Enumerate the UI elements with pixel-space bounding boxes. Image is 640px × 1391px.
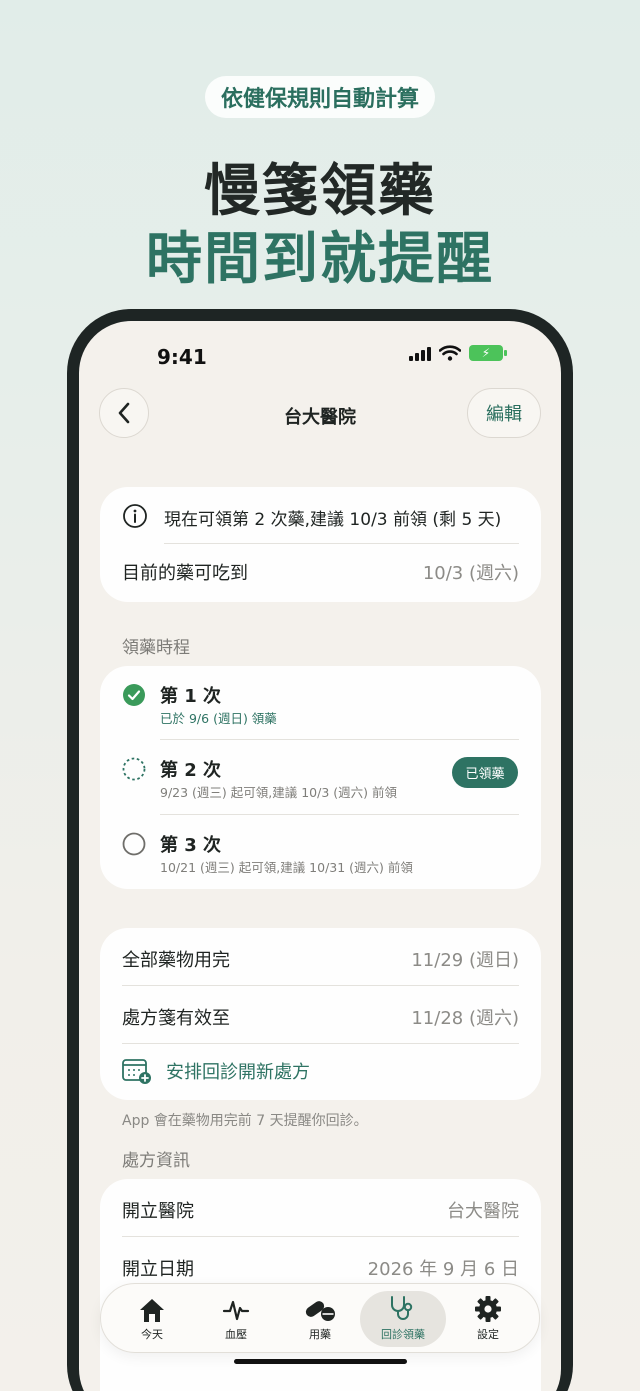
row-value: 11/29 (週日) xyxy=(411,950,519,971)
check-circle-icon xyxy=(123,684,145,706)
prescription-valid-row: 處方箋有效至 11/28 (週六) xyxy=(122,1004,519,1030)
schedule-card: 第 1 次 已於 9/6 (週日) 領藥 第 2 次 9/23 (週三) 起可領… xyxy=(100,666,541,889)
section-title-prescription: 處方資訊 xyxy=(122,1151,190,1171)
home-indicator[interactable] xyxy=(234,1359,407,1364)
row-label: 全部藥物用完 xyxy=(122,950,230,971)
divider xyxy=(122,985,519,986)
signal-icon xyxy=(409,345,431,361)
schedule-revisit-label: 安排回診開新處方 xyxy=(166,1062,310,1083)
refill-card: 全部藥物用完 11/29 (週日) 處方箋有效至 11/28 (週六) 安排回診… xyxy=(100,928,541,1100)
divider xyxy=(160,739,519,740)
step-3-title: 第 3 次 xyxy=(160,835,222,856)
battery-charging-icon: ⚡ xyxy=(469,345,507,361)
mark-picked-up-button[interactable]: 已領藥 xyxy=(452,757,518,788)
row-value: 11/28 (週六) xyxy=(411,1008,519,1029)
row-label: 開立醫院 xyxy=(122,1201,194,1222)
medication-supply-row: 目前的藥可吃到 10/3 (週六) xyxy=(122,559,519,585)
issue-date-row: 開立日期 2026 年 9 月 6 日 xyxy=(122,1255,519,1281)
empty-circle-icon xyxy=(122,832,146,856)
row-value: 10/3 (週六) xyxy=(422,563,519,584)
hospital-row: 開立醫院 台大醫院 xyxy=(122,1197,519,1223)
tab-settings[interactable]: 設定 xyxy=(445,1291,531,1347)
app-screen: 9:41 ⚡ 台大醫院 編輯 現在可領第 2 次藥,建議 10/3 前領 (剩 … xyxy=(79,321,561,1391)
medication-finish-row: 全部藥物用完 11/29 (週日) xyxy=(122,946,519,972)
divider xyxy=(164,543,519,544)
tab-blood-pressure[interactable]: 血壓 xyxy=(193,1291,279,1347)
stethoscope-icon xyxy=(391,1296,413,1320)
schedule-revisit-link[interactable]: 安排回診開新處方 xyxy=(122,1057,310,1085)
tab-revisit-refill[interactable]: 回診領藥 xyxy=(360,1291,446,1347)
step-1-title: 第 1 次 xyxy=(160,686,222,707)
tab-today[interactable]: 今天 xyxy=(109,1291,195,1347)
row-value: 台大醫院 xyxy=(447,1201,519,1222)
wifi-icon xyxy=(439,345,461,361)
dashed-circle-icon xyxy=(122,757,146,781)
divider xyxy=(160,814,519,815)
tab-bar: 今天 血壓 用藥 回診領藥 設定 xyxy=(100,1283,540,1353)
gear-icon xyxy=(475,1296,501,1322)
edit-button[interactable]: 編輯 xyxy=(467,388,541,438)
section-title-schedule: 領藥時程 xyxy=(122,638,190,658)
divider xyxy=(122,1236,519,1237)
pills-icon xyxy=(305,1301,335,1321)
current-refill-info: 現在可領第 2 次藥,建議 10/3 前領 (剩 5 天) xyxy=(164,510,502,530)
step-2-title: 第 2 次 xyxy=(160,760,222,781)
promo-headline-line2: 時間到就提醒 xyxy=(146,227,494,292)
calendar-add-icon xyxy=(122,1059,151,1084)
status-time: 9:41 xyxy=(157,345,207,369)
row-label: 開立日期 xyxy=(122,1259,194,1280)
tab-label: 回診領藥 xyxy=(381,1328,425,1341)
divider xyxy=(122,1043,519,1044)
row-value: 2026 年 9 月 6 日 xyxy=(367,1259,519,1280)
step-3-subtitle: 10/21 (週三) 起可領,建議 10/31 (週六) 前領 xyxy=(160,860,413,875)
pulse-icon xyxy=(222,1300,250,1321)
tab-label: 今天 xyxy=(141,1328,163,1341)
status-icons: ⚡ xyxy=(409,345,507,361)
home-icon xyxy=(140,1299,164,1322)
tab-medication[interactable]: 用藥 xyxy=(277,1291,363,1347)
info-icon xyxy=(123,504,147,528)
promo-pill: 依健保規則自動計算 xyxy=(204,76,436,118)
summary-card: 現在可領第 2 次藥,建議 10/3 前領 (剩 5 天) 目前的藥可吃到 10… xyxy=(100,487,541,602)
step-1-subtitle: 已於 9/6 (週日) 領藥 xyxy=(160,711,277,726)
row-label: 目前的藥可吃到 xyxy=(122,563,248,584)
tab-label: 用藥 xyxy=(309,1328,331,1341)
step-2-subtitle: 9/23 (週三) 起可領,建議 10/3 (週六) 前領 xyxy=(160,785,397,800)
tab-label: 設定 xyxy=(477,1328,499,1341)
row-label: 處方箋有效至 xyxy=(122,1008,230,1029)
tab-label: 血壓 xyxy=(225,1328,247,1341)
reminder-note: App 會在藥物用完前 7 天提醒你回診。 xyxy=(122,1113,368,1129)
